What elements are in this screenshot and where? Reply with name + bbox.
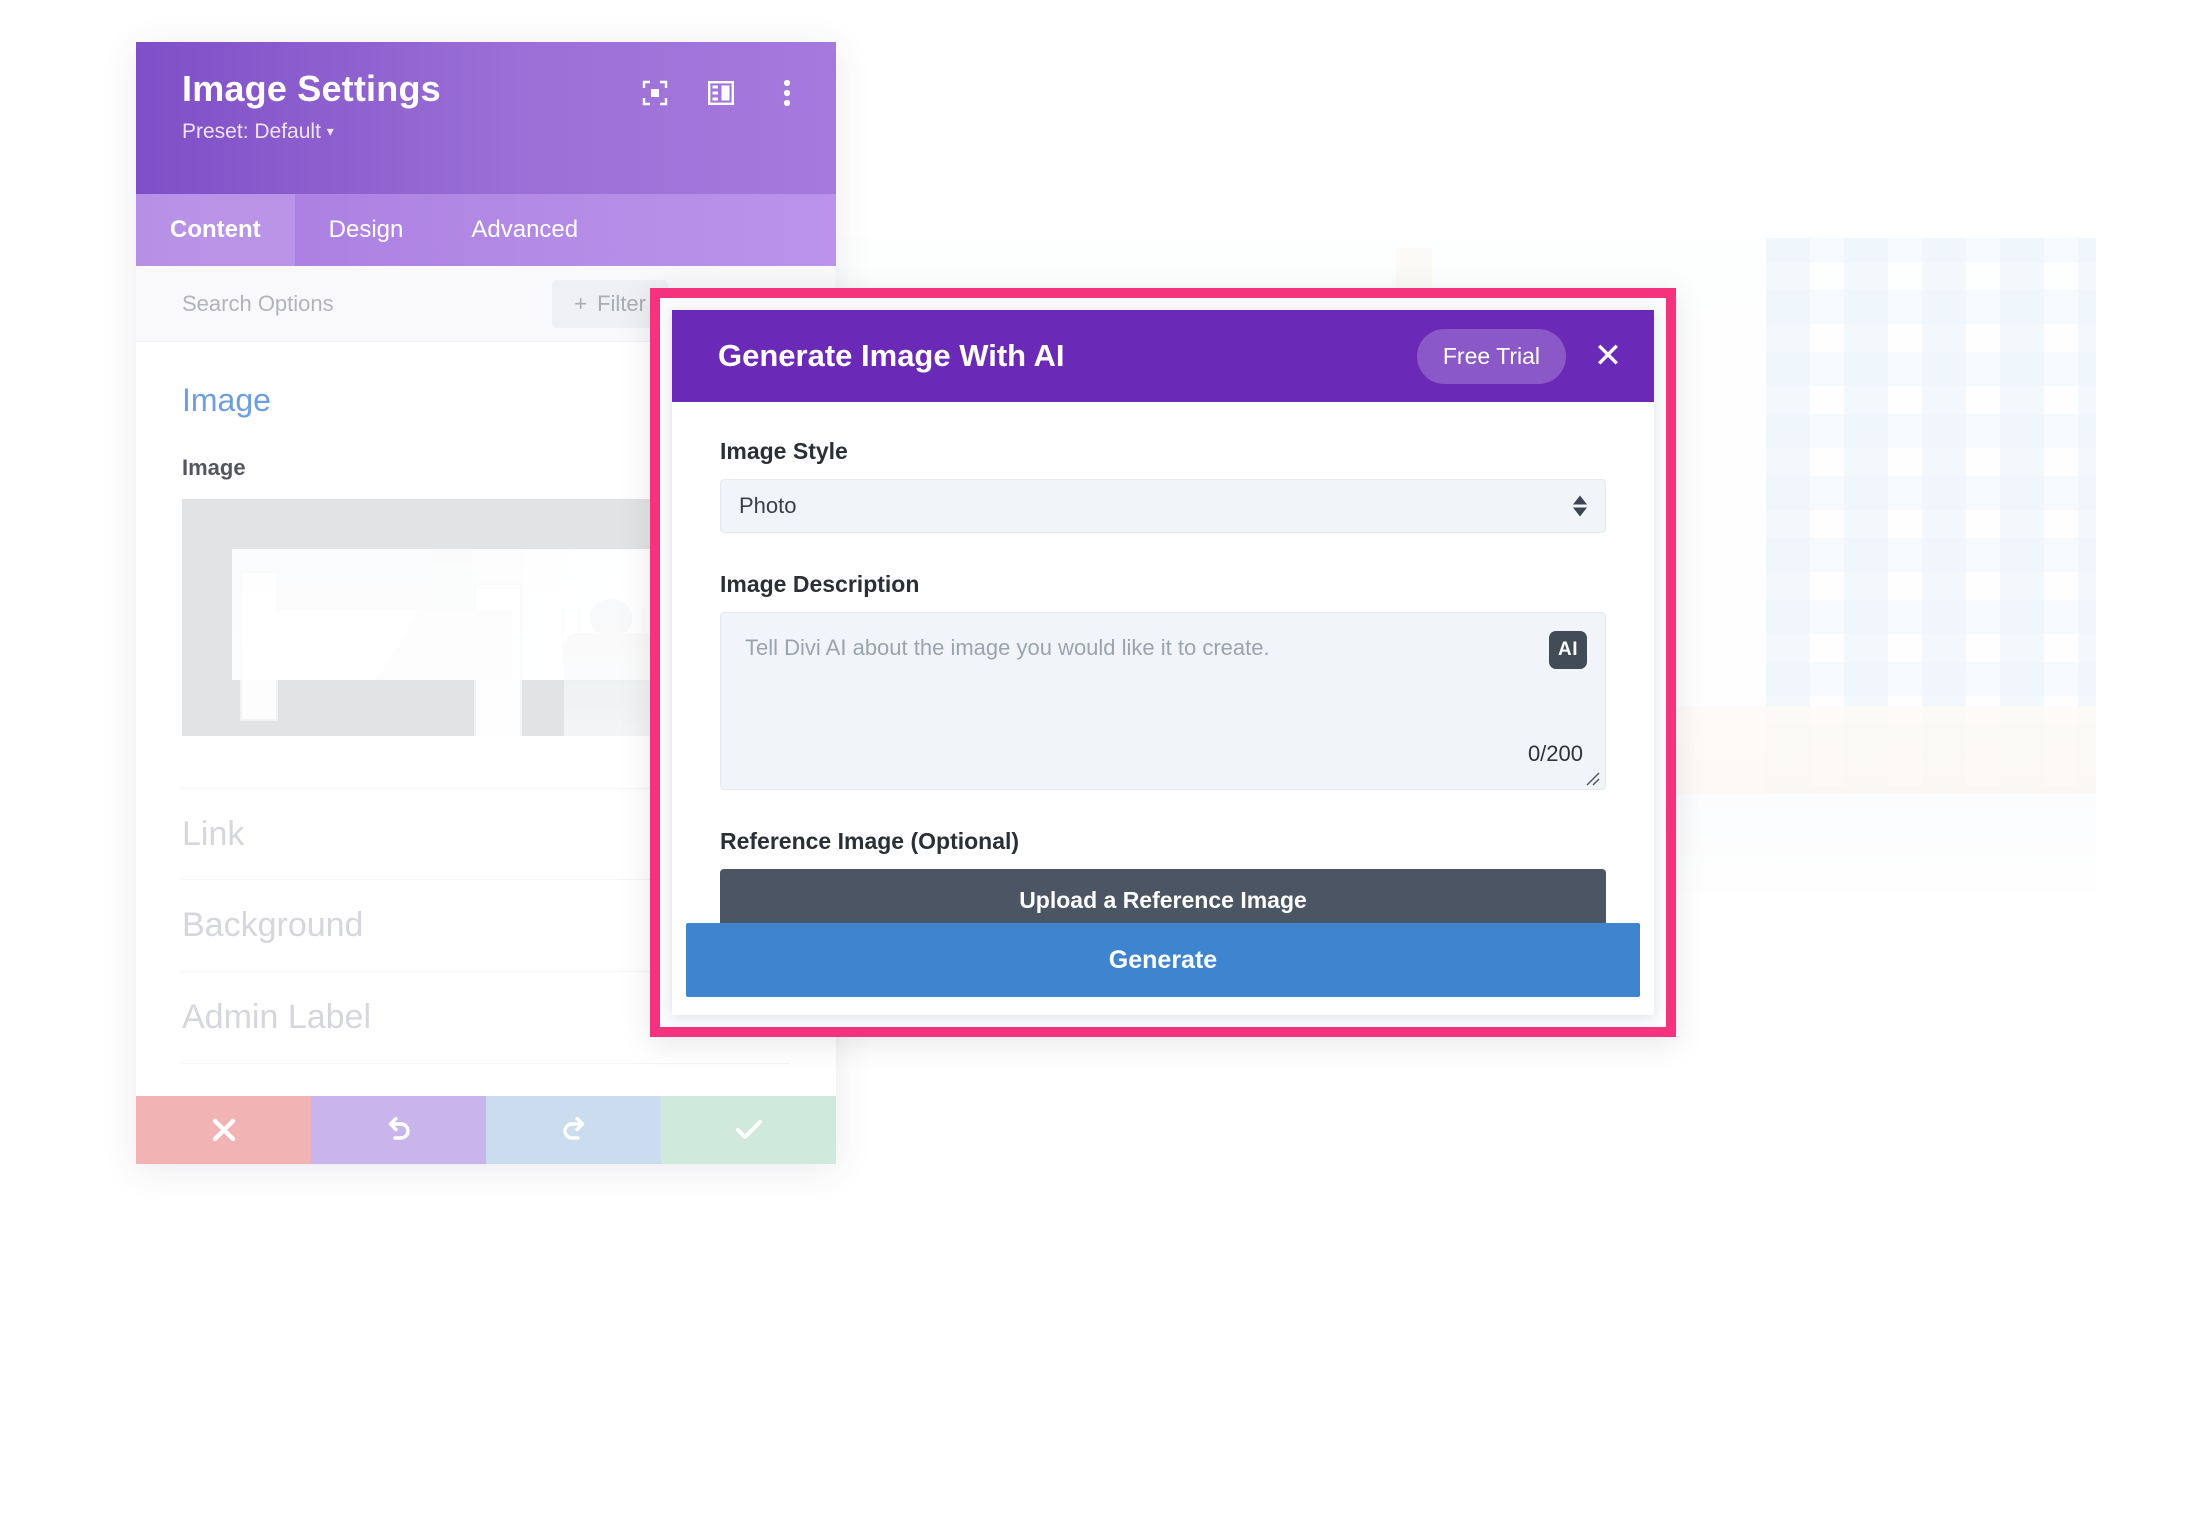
- close-icon: [212, 1118, 235, 1142]
- check-icon: [735, 1120, 762, 1139]
- character-counter: 0/200: [1527, 741, 1583, 766]
- panel-footer-actions: [136, 1096, 836, 1164]
- preset-label: Preset: Default: [182, 120, 321, 143]
- panel-header-icons: [640, 78, 802, 108]
- screenshot-root: Image Settings Preset: Default ▾ Content…: [0, 0, 2200, 1529]
- upload-reference-image-button[interactable]: Upload a Reference Image: [720, 869, 1606, 923]
- close-icon[interactable]: ✕: [1584, 332, 1632, 380]
- generate-button[interactable]: Generate: [686, 923, 1640, 997]
- redo-button[interactable]: [486, 1096, 661, 1164]
- save-button[interactable]: [661, 1096, 836, 1164]
- accordion-link-label: Link: [182, 814, 245, 853]
- ai-icon[interactable]: AI: [1549, 631, 1587, 669]
- highlight-frame: Generate Image With AI Free Trial ✕ Imag…: [650, 288, 1676, 1037]
- image-description-placeholder: Tell Divi AI about the image you would l…: [745, 635, 1270, 660]
- plus-icon: +: [574, 291, 588, 316]
- modal-header-actions: Free Trial ✕: [1416, 328, 1632, 384]
- modal-footer: Generate: [672, 923, 1654, 1015]
- generate-image-with-ai-modal: Generate Image With AI Free Trial ✕ Imag…: [672, 310, 1654, 1015]
- focus-target-icon[interactable]: [640, 78, 670, 108]
- image-style-value: Photo: [739, 493, 797, 518]
- chevron-down-icon: ▾: [326, 123, 334, 139]
- reference-image-label: Reference Image (Optional): [720, 828, 1020, 854]
- tab-content[interactable]: Content: [136, 194, 295, 266]
- filter-button-label: Filter: [597, 291, 646, 316]
- image-style-select[interactable]: Photo: [720, 479, 1606, 533]
- resize-handle-icon[interactable]: [1583, 769, 1601, 787]
- discard-button[interactable]: [136, 1096, 311, 1164]
- tab-design[interactable]: Design: [295, 194, 438, 266]
- image-description-label: Image Description: [720, 571, 920, 597]
- panel-tabs: Content Design Advanced: [136, 194, 836, 266]
- chevron-updown-icon: [1573, 495, 1587, 517]
- image-style-label: Image Style: [720, 438, 848, 464]
- modal-body: Image Style Photo Image Description Tell…: [672, 402, 1654, 923]
- redo-icon: [562, 1117, 584, 1140]
- panel-header: Image Settings Preset: Default ▾: [136, 42, 836, 194]
- preset-selector[interactable]: Preset: Default ▾: [182, 120, 806, 144]
- modal-title: Generate Image With AI: [718, 338, 1065, 373]
- tab-advanced[interactable]: Advanced: [437, 194, 612, 266]
- free-trial-badge[interactable]: Free Trial: [1416, 328, 1566, 384]
- undo-icon: [388, 1117, 410, 1140]
- undo-button[interactable]: [311, 1096, 486, 1164]
- layout-panel-icon[interactable]: [706, 78, 736, 108]
- accordion-admin-label-label: Admin Label: [182, 998, 372, 1036]
- more-options-icon[interactable]: [772, 78, 802, 108]
- search-input[interactable]: Search Options: [182, 291, 334, 317]
- image-description-input[interactable]: Tell Divi AI about the image you would l…: [720, 612, 1606, 790]
- accordion-background-label: Background: [182, 906, 364, 944]
- modal-header: Generate Image With AI Free Trial ✕: [672, 310, 1654, 402]
